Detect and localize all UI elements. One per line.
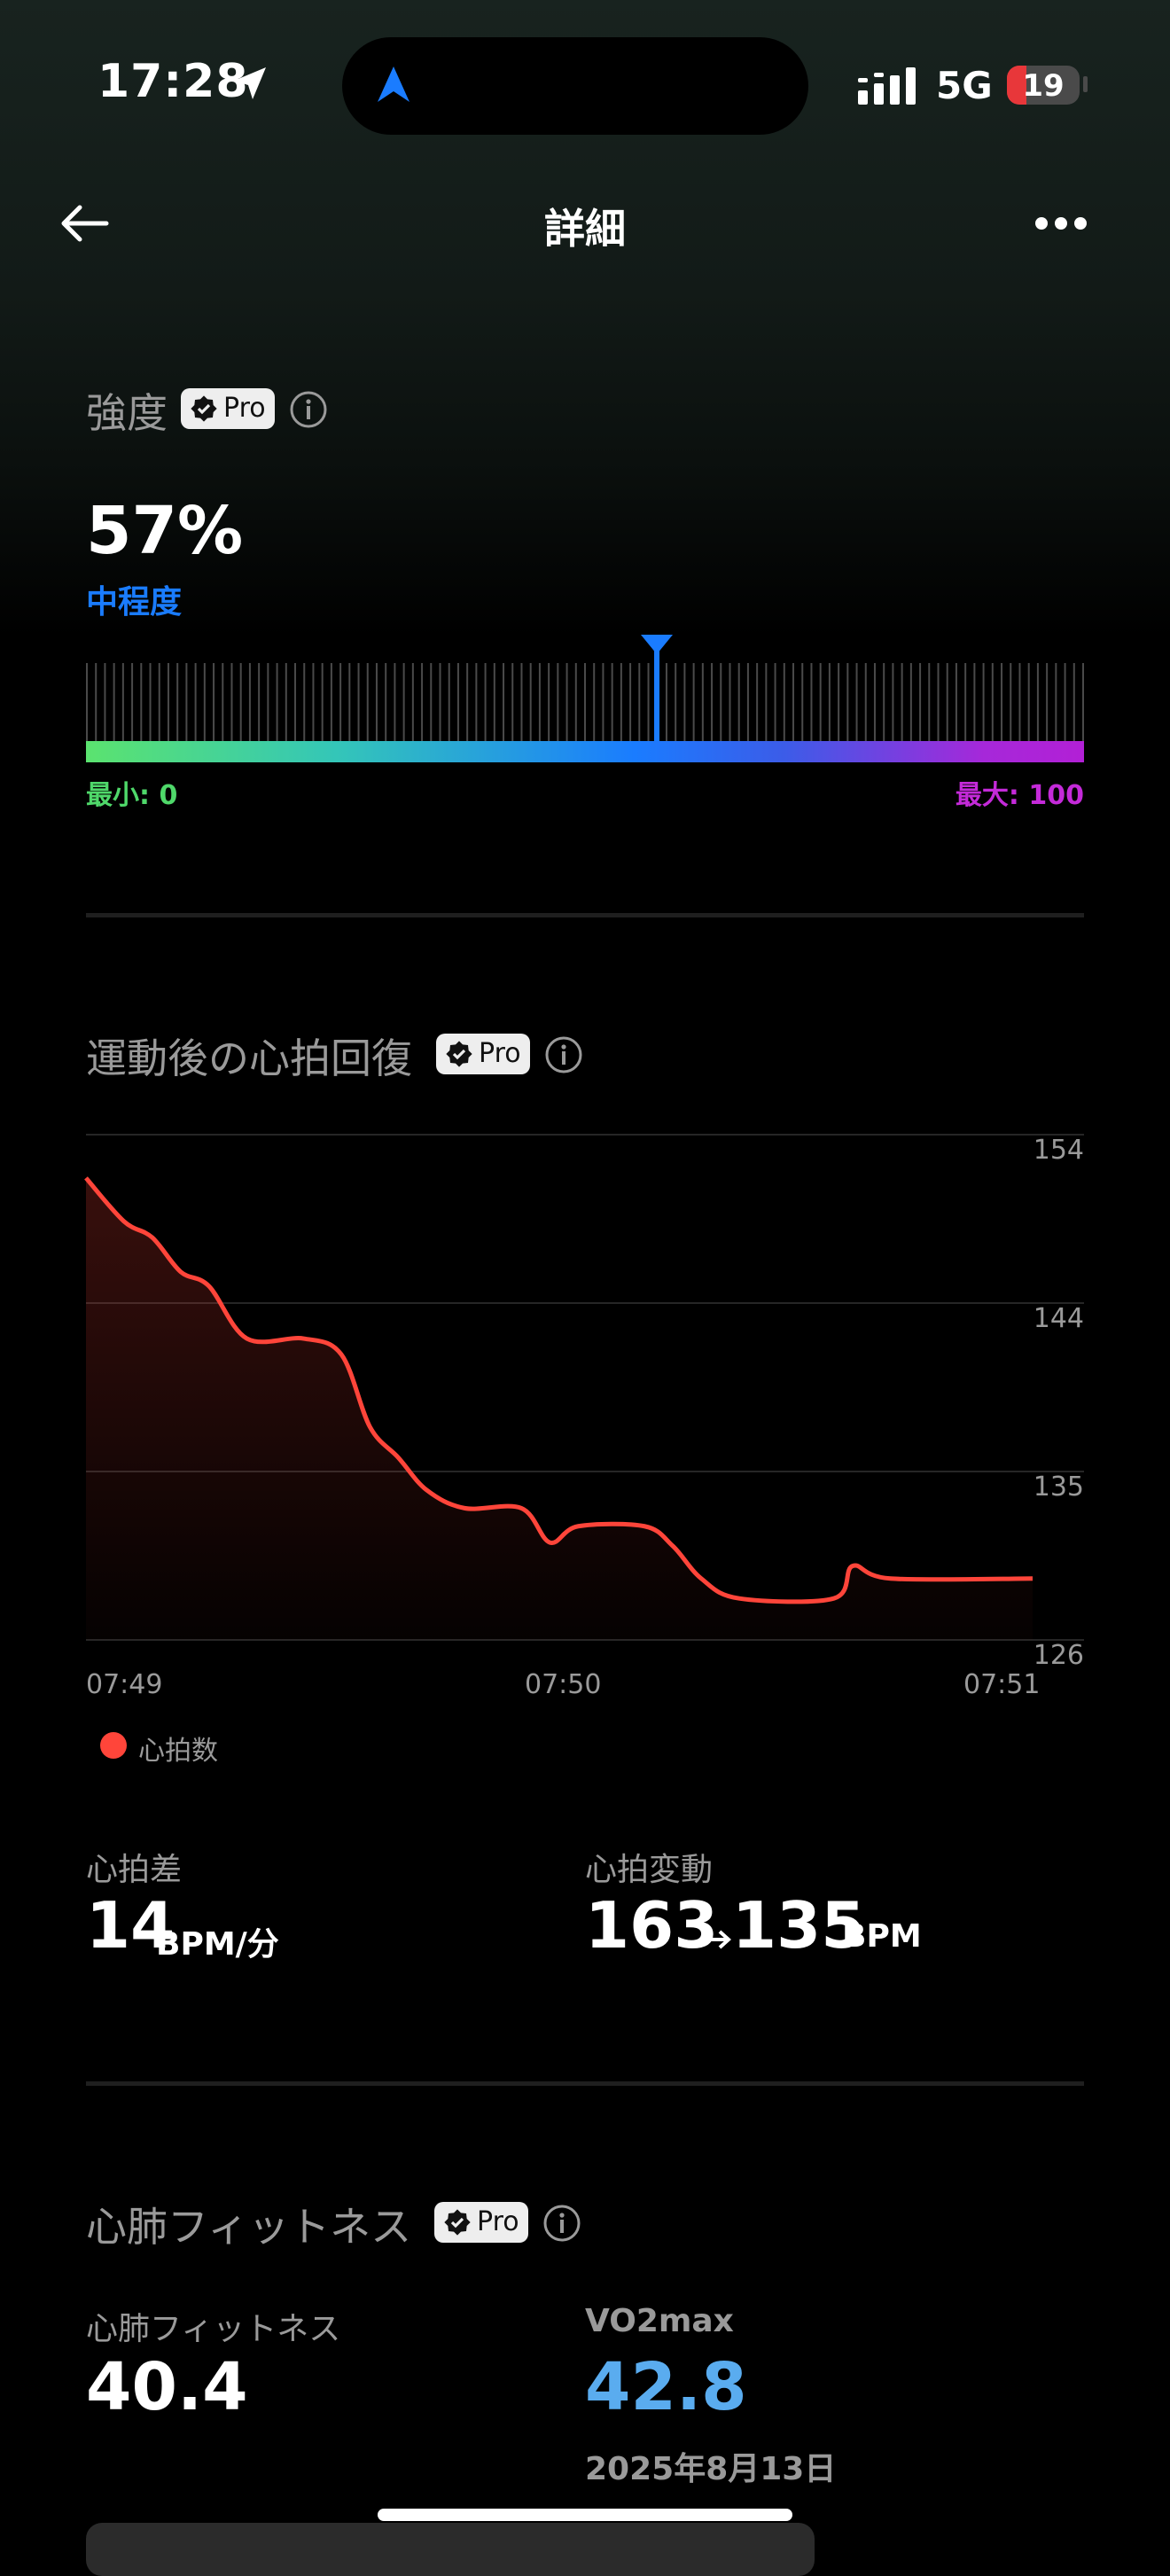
verified-badge-icon bbox=[191, 395, 217, 422]
network-type: 5G bbox=[936, 64, 993, 107]
legend-label: 心拍数 bbox=[138, 1736, 218, 1767]
y-tick-label: 154 bbox=[1034, 1135, 1084, 1166]
recovery-title: 運動後の心拍回復 bbox=[86, 1034, 412, 1082]
pro-badge: Pro bbox=[181, 388, 275, 429]
gauge-min-label: 最小: 0 bbox=[86, 780, 178, 811]
battery-icon: 19 bbox=[1007, 66, 1080, 105]
status-time: 17:28 bbox=[98, 55, 249, 108]
pro-label: Pro bbox=[479, 1038, 521, 1069]
hr-change-unit: BPM bbox=[842, 1918, 922, 1955]
fitness-value: 40.4 bbox=[86, 2349, 248, 2425]
location-arrow-icon bbox=[234, 67, 266, 99]
pro-label: Pro bbox=[223, 393, 266, 424]
battery-tip bbox=[1083, 76, 1088, 92]
hr-change-label: 心拍変動 bbox=[585, 1852, 714, 1888]
y-tick-label: 126 bbox=[1034, 1640, 1084, 1671]
navigation-bar: 詳細 bbox=[0, 168, 1170, 293]
verified-badge-icon bbox=[446, 1041, 472, 1067]
cardio-title: 心肺フィットネス bbox=[86, 2203, 412, 2251]
info-icon[interactable] bbox=[544, 1035, 583, 1074]
status-bar: 17:28 5G 19 bbox=[0, 0, 1170, 168]
pro-badge: Pro bbox=[436, 1034, 530, 1074]
next-card[interactable] bbox=[86, 2523, 815, 2576]
section-divider bbox=[86, 913, 1084, 917]
x-tick-label: 07:51 bbox=[963, 1669, 1041, 1700]
vo2max-date: 2025年8月13日 bbox=[585, 2451, 837, 2487]
verified-badge-icon bbox=[444, 2209, 471, 2236]
navigation-arrow-icon bbox=[378, 66, 410, 102]
info-icon[interactable] bbox=[289, 390, 328, 429]
intensity-value: 57% bbox=[86, 493, 244, 569]
x-tick-label: 07:49 bbox=[86, 1669, 163, 1700]
gauge-max-label: 最大: 100 bbox=[955, 780, 1084, 811]
hr-diff-label: 心拍差 bbox=[86, 1852, 183, 1888]
hr-diff-unit: BPM/分 bbox=[156, 1926, 279, 1963]
info-icon[interactable] bbox=[542, 2204, 581, 2243]
y-tick-label: 144 bbox=[1034, 1303, 1084, 1334]
more-options-icon[interactable] bbox=[1034, 215, 1088, 232]
arrow-right-icon bbox=[706, 1930, 731, 1949]
vo2max-value: 42.8 bbox=[585, 2349, 747, 2425]
page-title: 詳細 bbox=[544, 205, 626, 253]
pro-badge: Pro bbox=[434, 2202, 528, 2243]
section-divider bbox=[86, 2081, 1084, 2086]
battery-level: 19 bbox=[1022, 68, 1065, 104]
intensity-gradient-bar bbox=[86, 741, 1084, 762]
pro-label: Pro bbox=[477, 2206, 519, 2237]
legend-dot bbox=[100, 1732, 127, 1759]
cellular-signal-icon bbox=[858, 67, 916, 105]
hr-change-from: 163 bbox=[585, 1888, 719, 1963]
vo2max-label: VO2max bbox=[585, 2303, 734, 2339]
home-indicator[interactable] bbox=[378, 2509, 792, 2521]
fitness-label: 心肺フィットネス bbox=[86, 2311, 341, 2347]
intensity-gauge-ticks bbox=[86, 663, 1084, 741]
heart-rate-area bbox=[86, 1177, 1033, 1640]
intensity-gauge-marker bbox=[640, 635, 673, 741]
y-tick-label: 135 bbox=[1034, 1471, 1084, 1503]
intensity-title: 強度 bbox=[86, 389, 168, 437]
heart-rate-recovery-chart: 154 144 135 126 bbox=[84, 1134, 1084, 1671]
x-tick-label: 07:50 bbox=[525, 1669, 602, 1700]
